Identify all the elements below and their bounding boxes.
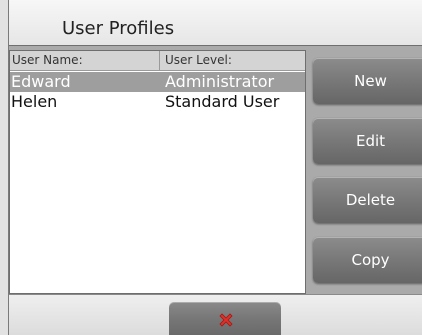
delete-button-label: Delete bbox=[345, 191, 396, 209]
close-button[interactable] bbox=[169, 302, 281, 335]
edit-button-label: Edit bbox=[355, 132, 386, 150]
close-icon bbox=[219, 313, 233, 327]
user-level-cell: Standard User bbox=[165, 92, 280, 111]
window-title: User Profiles bbox=[62, 18, 175, 39]
title-bar: User Profiles bbox=[9, 0, 422, 46]
user-list[interactable]: User Name: User Level: Edward Administra… bbox=[9, 50, 306, 294]
column-header-user-level[interactable]: User Level: bbox=[165, 53, 232, 67]
list-header: User Name: User Level: bbox=[10, 51, 305, 71]
user-level-cell: Administrator bbox=[165, 72, 275, 91]
column-divider bbox=[159, 51, 160, 71]
new-button-label: New bbox=[354, 72, 387, 90]
delete-button[interactable]: Delete bbox=[313, 177, 422, 223]
list-row[interactable]: Helen Standard User bbox=[10, 92, 305, 112]
copy-button[interactable]: Copy bbox=[313, 237, 422, 283]
edit-button[interactable]: Edit bbox=[313, 118, 422, 164]
user-name-cell: Edward bbox=[11, 72, 71, 91]
user-profiles-window: User Profiles User Name: User Level: Edw… bbox=[0, 0, 422, 335]
copy-button-label: Copy bbox=[351, 251, 390, 269]
column-header-user-name[interactable]: User Name: bbox=[12, 53, 83, 67]
user-name-cell: Helen bbox=[11, 92, 58, 111]
new-button[interactable]: New bbox=[313, 58, 422, 104]
list-row[interactable]: Edward Administrator bbox=[10, 72, 305, 92]
